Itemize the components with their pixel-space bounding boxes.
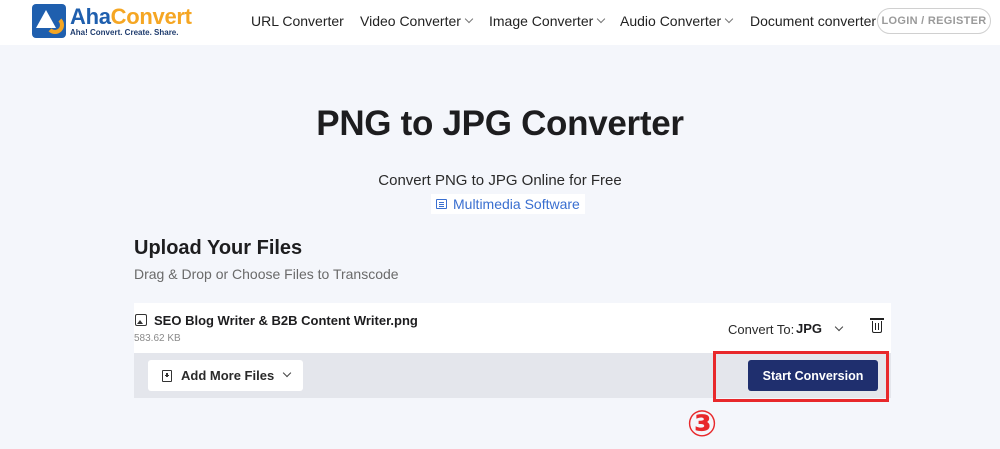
nav-video-converter[interactable]: Video Converter <box>360 13 474 29</box>
add-more-files-label: Add More Files <box>181 368 275 383</box>
site-header: AhaConvert Aha! Convert. Create. Share. … <box>0 0 1000 45</box>
login-register-button[interactable]: LOGIN / REGISTER <box>877 8 991 34</box>
image-file-icon <box>135 314 147 326</box>
page-title: PNG to JPG Converter <box>316 104 684 143</box>
add-more-files-button[interactable]: Add More Files <box>148 360 303 391</box>
logo-icon <box>32 4 66 38</box>
convert-to-label: Convert To: <box>728 322 795 337</box>
brand-text: AhaConvert Aha! Convert. Create. Share. <box>70 3 192 37</box>
nav-item-label: URL Converter <box>251 13 344 29</box>
nav-item-label: Image Converter <box>489 13 594 29</box>
brand-logo[interactable]: AhaConvert Aha! Convert. Create. Share. <box>32 4 192 38</box>
brand-name: AhaConvert <box>70 3 192 29</box>
highlight-box <box>713 351 889 402</box>
nav-item-label: Document converter <box>750 13 877 29</box>
output-format-value: JPG <box>796 321 823 336</box>
upload-subtitle: Drag & Drop or Choose Files to Transcode <box>134 266 399 282</box>
step-marker: ③ <box>686 404 718 445</box>
file-size: 583.62 KB <box>134 333 181 344</box>
document-list-icon <box>436 199 447 209</box>
nav-url-converter[interactable]: URL Converter <box>251 13 344 29</box>
chevron-down-icon <box>464 14 474 24</box>
brand-name-part1: Aha <box>70 3 111 29</box>
chevron-down-icon <box>282 368 292 378</box>
chevron-down-icon <box>724 14 734 24</box>
trash-icon[interactable] <box>870 318 884 333</box>
add-file-icon <box>162 369 172 382</box>
brand-name-part2: Convert <box>110 3 192 29</box>
nav-image-converter[interactable]: Image Converter <box>489 13 606 29</box>
nav-document-converter[interactable]: Document converter <box>750 13 876 29</box>
output-format-select[interactable]: JPG <box>796 321 844 336</box>
file-name: SEO Blog Writer & B2B Content Writer.png <box>154 313 418 328</box>
chevron-down-icon <box>597 14 606 24</box>
multimedia-software-label: Multimedia Software <box>453 196 580 212</box>
nav-audio-converter[interactable]: Audio Converter <box>620 13 734 29</box>
multimedia-software-link[interactable]: Multimedia Software <box>431 194 585 214</box>
nav-item-label: Video Converter <box>360 13 461 29</box>
nav-item-label: Audio Converter <box>620 13 722 29</box>
file-row: SEO Blog Writer & B2B Content Writer.png… <box>134 303 891 353</box>
page-subtitle: Convert PNG to JPG Online for Free <box>378 172 622 189</box>
chevron-down-icon <box>834 322 844 331</box>
brand-tagline: Aha! Convert. Create. Share. <box>70 27 179 37</box>
upload-title: Upload Your Files <box>134 237 303 259</box>
